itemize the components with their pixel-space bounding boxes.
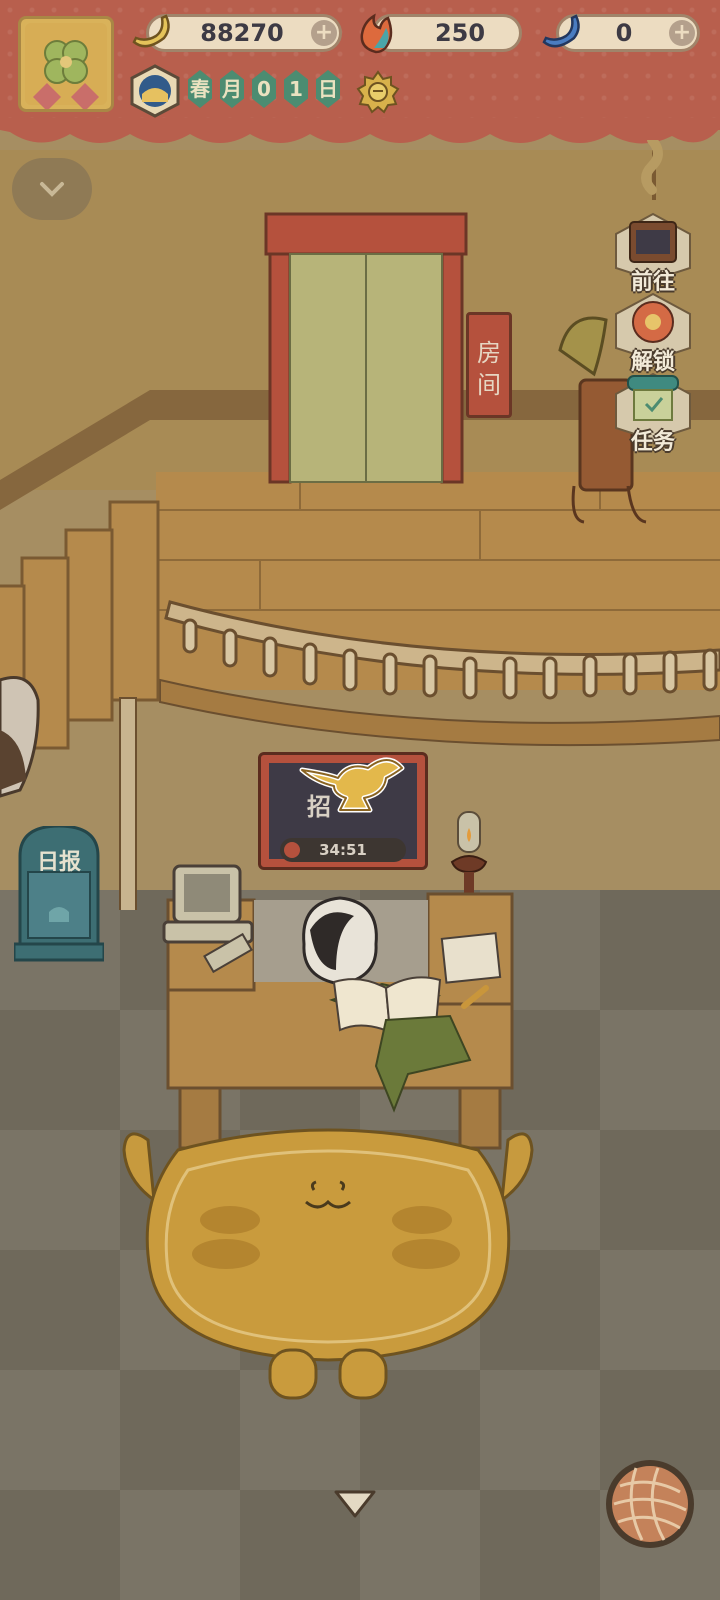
add-banana-button[interactable]: +: [311, 20, 337, 46]
magic-lamp-icon[interactable]: [298, 748, 410, 818]
fire-fruit-count: 250: [434, 19, 486, 47]
blue-banana-count: 0: [615, 19, 633, 47]
season-badge-icon: [130, 64, 180, 118]
player-avatar[interactable]: [18, 16, 114, 112]
room-sign[interactable]: 房 间: [466, 312, 512, 418]
triangle-down-icon[interactable]: [330, 1484, 380, 1524]
clover-icon: [25, 23, 107, 111]
yarn-ball-icon[interactable]: [602, 1456, 698, 1552]
blue-banana-icon: [542, 14, 580, 48]
fire-fruit-icon: [360, 13, 393, 54]
unlock-button[interactable]: 解锁: [612, 292, 694, 375]
tasks-label: 任务: [630, 430, 675, 455]
hanging-rope-icon[interactable]: [632, 140, 672, 200]
room-sign-char: 房: [477, 339, 501, 367]
tasks-button[interactable]: 任务: [612, 372, 694, 455]
reception-desk[interactable]: [150, 860, 530, 1160]
cat-rug: [122, 1128, 534, 1400]
room-sign-char: 间: [477, 371, 501, 399]
banana-count: 88270: [200, 19, 284, 47]
banner-scallop-edge: [0, 118, 720, 144]
cat-at-stairs[interactable]: [0, 670, 44, 800]
recruit-timer: 34:51: [319, 841, 367, 859]
collapse-button[interactable]: [12, 158, 92, 220]
daily-paper-label: 日报: [36, 850, 81, 875]
chevron-down-icon: [40, 182, 64, 197]
add-blue-banana-button[interactable]: +: [669, 20, 695, 46]
sun-icon[interactable]: [356, 70, 400, 114]
banana-counter: 88270 +: [146, 14, 342, 52]
goto-button[interactable]: 前往: [612, 212, 694, 295]
banana-icon: [132, 14, 170, 48]
daily-paper-stand[interactable]: 日报: [12, 824, 106, 966]
